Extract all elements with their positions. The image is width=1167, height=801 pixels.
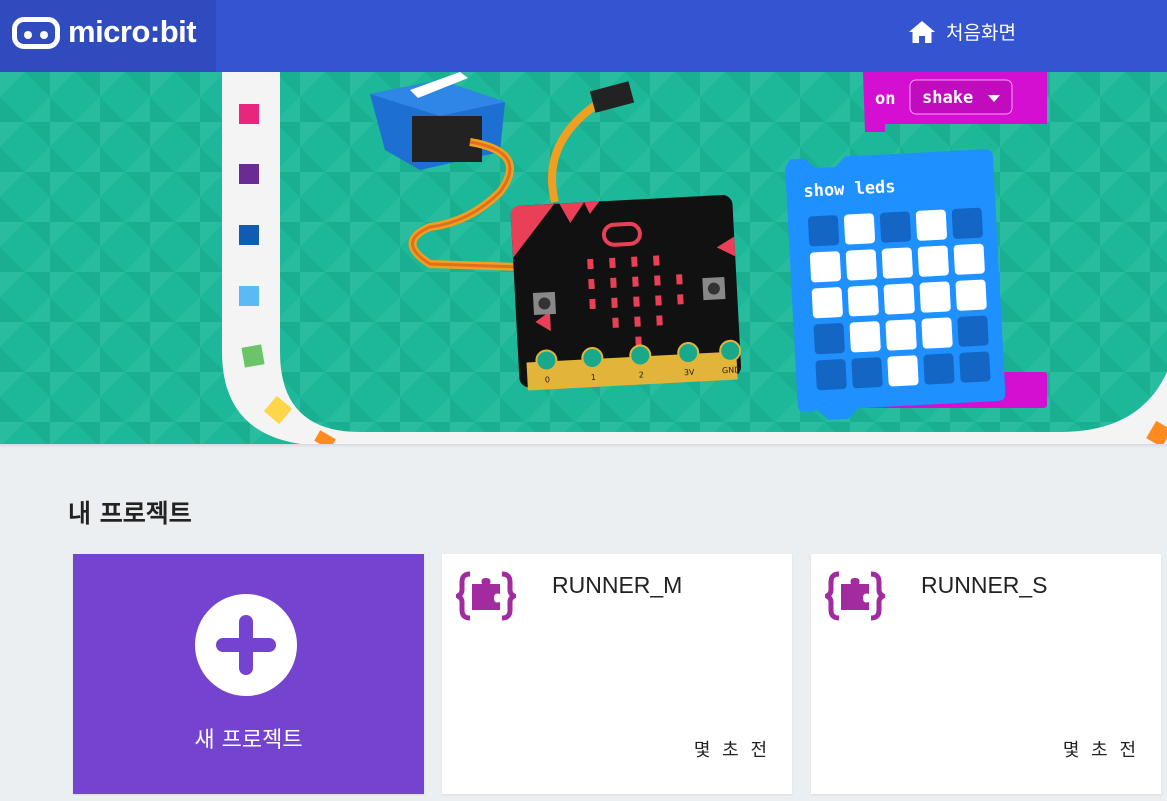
project-time: 몇 초 전	[1062, 740, 1139, 761]
pin-label: 0	[545, 375, 551, 384]
top-bar: micro:bit 처음화면	[0, 0, 1167, 72]
microbit-logo-icon	[12, 17, 60, 49]
led-on	[849, 321, 881, 353]
led-on	[917, 245, 949, 277]
led-on	[915, 209, 947, 241]
led-on	[955, 279, 987, 311]
led-on	[881, 247, 913, 279]
led-on	[887, 355, 919, 387]
home-icon	[909, 20, 935, 43]
led-on	[883, 283, 915, 315]
led-on	[921, 317, 953, 349]
my-projects-title: 내 프로젝트	[68, 499, 192, 528]
pin-label: 3V	[684, 368, 696, 378]
led-on	[843, 213, 876, 245]
hero-divider	[0, 444, 1167, 448]
led-off	[959, 351, 991, 383]
led-grid	[807, 207, 991, 391]
brand-logo[interactable]: micro:bit	[0, 0, 216, 72]
project-card[interactable]: RUNNER_M 몇 초 전	[442, 554, 792, 794]
project-card[interactable]: RUNNER_S 몇 초 전	[811, 554, 1161, 794]
led-off	[923, 353, 955, 385]
led-off	[807, 215, 840, 247]
project-name: RUNNER_M	[552, 572, 683, 598]
show-leds-block: show leds	[785, 149, 1006, 420]
project-puzzle-icon	[456, 571, 516, 621]
hero-banner: 0 1 2 3V GND on shake show leds	[0, 72, 1167, 446]
pin-label: 2	[639, 370, 645, 379]
new-project-button[interactable]: 새 프로젝트	[73, 554, 424, 794]
pin-label: GND	[722, 365, 741, 375]
pin-label: 1	[591, 373, 597, 382]
led-on	[847, 285, 879, 317]
brand-name: micro:bit	[68, 14, 197, 49]
project-time: 몇 초 전	[693, 740, 770, 761]
home-label: 처음화면	[946, 22, 1016, 44]
led-on	[809, 251, 841, 283]
block-dropdown-label: shake	[922, 88, 973, 108]
project-puzzle-icon	[825, 571, 885, 621]
led-off	[851, 357, 883, 389]
led-on	[919, 281, 951, 313]
led-off	[813, 323, 845, 355]
plus-icon	[195, 594, 297, 696]
block-event-label: on	[875, 89, 895, 109]
microbit-board-illustration: 0 1 2 3V GND	[510, 195, 742, 391]
led-on	[811, 287, 843, 319]
led-off	[957, 315, 989, 347]
led-off	[879, 211, 912, 243]
led-on	[953, 243, 985, 275]
led-off	[815, 359, 847, 391]
led-on	[845, 249, 877, 281]
led-on	[885, 319, 917, 351]
project-name: RUNNER_S	[921, 572, 1048, 598]
led-off	[951, 207, 983, 239]
home-button[interactable]: 처음화면	[908, 18, 1016, 45]
new-project-label: 새 프로젝트	[194, 728, 303, 753]
